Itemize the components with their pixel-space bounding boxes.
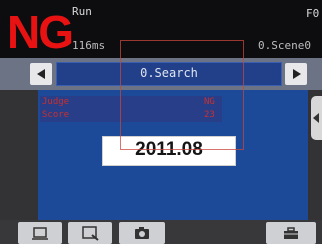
collapse-left-icon: [313, 113, 319, 123]
capture-button[interactable]: [119, 222, 165, 244]
prev-item-button[interactable]: [30, 63, 52, 85]
next-item-button[interactable]: [285, 63, 307, 85]
measurement-region-frame: [120, 40, 244, 150]
left-arrow-icon: [37, 69, 45, 79]
display-button[interactable]: [18, 222, 62, 244]
processing-time: 116ms: [72, 39, 106, 52]
judgement-indicator: NG: [7, 6, 74, 58]
right-arrow-icon: [293, 69, 301, 79]
display-icon: [32, 227, 48, 240]
toolbox-icon: [284, 227, 298, 239]
score-label: Score: [42, 110, 70, 120]
run-mode-label: Run: [72, 5, 92, 18]
zoom-icon: [82, 226, 99, 241]
vision-sensor-screen: NG Run 116ms F0 0.Scene0 0.Search Judge …: [0, 0, 322, 244]
tools-button[interactable]: [266, 222, 316, 244]
side-panel-tab[interactable]: [311, 96, 322, 140]
scene-label: 0.Scene0: [258, 39, 311, 52]
zoom-button[interactable]: [68, 222, 112, 244]
mode-suffix-label: F0: [306, 7, 320, 20]
camera-icon: [135, 227, 149, 239]
judge-label: Judge: [42, 97, 70, 107]
